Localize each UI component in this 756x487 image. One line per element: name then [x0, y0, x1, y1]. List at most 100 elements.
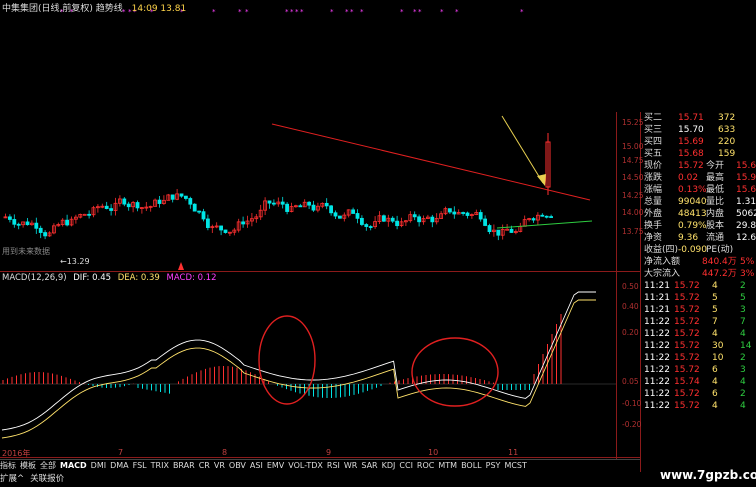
trend-line-resistance[interactable] [271, 123, 591, 201]
candle [109, 204, 113, 216]
tick-count: 4 [740, 377, 746, 387]
candle [65, 214, 69, 227]
watermark: www.7gpzb.com [660, 468, 756, 482]
tick-time: 11:22 [644, 341, 670, 351]
indicator-tab-fsl[interactable]: FSL [133, 461, 147, 470]
stat-label: 涨跌 [644, 173, 663, 183]
signal-marker: * [350, 8, 354, 16]
flow-label: 净流入额 [644, 257, 681, 267]
tick-price: 15.72 [674, 389, 700, 399]
stat-row: 净资 9.36 流通 12.6亿 [640, 232, 756, 244]
candle [421, 215, 426, 225]
candle [52, 223, 56, 235]
indicator-tab-boll[interactable]: BOLL [461, 461, 482, 470]
tick-price: 15.72 [674, 293, 700, 303]
candle [241, 216, 246, 228]
bottom-tab[interactable]: 关联报价 [30, 474, 64, 484]
candle [219, 225, 224, 236]
indicator-tab-roc[interactable]: ROC [417, 461, 434, 470]
indicator-tab-vr[interactable]: VR [214, 461, 225, 470]
indicator-tab-全部[interactable]: 全部 [40, 461, 56, 470]
candle [47, 231, 52, 237]
tick-volume: 4 [712, 329, 718, 339]
indicator-tab-rsi[interactable]: RSI [327, 461, 340, 470]
candle [69, 216, 74, 227]
indicator-tab-dma[interactable]: DMA [110, 461, 129, 470]
tick-row: 11:22 15.72 6 2 [640, 388, 756, 400]
indicator-tab-macd[interactable]: MACD [60, 461, 87, 470]
signal-marker: * [440, 8, 444, 16]
candle [351, 207, 356, 214]
flow-pct: 5% [740, 257, 755, 267]
tick-count: 3 [740, 365, 746, 375]
indicator-tab-sar[interactable]: SAR [361, 461, 377, 470]
candle [324, 198, 329, 210]
stat-label: PE(动) [706, 245, 734, 255]
tick-price: 15.72 [674, 401, 700, 411]
highlight-circle [258, 315, 316, 405]
stat-row: 总量 99040 量比 1.31 [640, 196, 756, 208]
candle [254, 213, 259, 223]
candle [285, 202, 290, 215]
indicator-tab-emv[interactable]: EMV [267, 461, 284, 470]
candle [87, 210, 91, 219]
indicator-tab-obv[interactable]: OBV [229, 461, 246, 470]
tick-time: 11:22 [644, 365, 670, 375]
tick-time: 11:21 [644, 281, 670, 291]
ask-label: 买三 [644, 125, 663, 135]
candle [139, 207, 144, 214]
candle [245, 215, 250, 228]
indicator-tab-dmi[interactable]: DMI [91, 461, 106, 470]
indicator-tab-mcst[interactable]: MCST [504, 461, 526, 470]
indicator-tab-brar[interactable]: BRAR [173, 461, 195, 470]
indicator-tab-trix[interactable]: TRIX [151, 461, 169, 470]
stat-label: 净资 [644, 233, 663, 243]
indicator-tab-asi[interactable]: ASI [250, 461, 263, 470]
indicator-tab-kdj[interactable]: KDJ [382, 461, 396, 470]
candle [293, 204, 298, 208]
stat-row: 涨幅 0.13%最低 15.65 [640, 184, 756, 196]
candle [263, 197, 268, 216]
candle [166, 193, 171, 201]
stat-row: 外盘 48413内盘 50627 [640, 208, 756, 220]
candle [34, 217, 39, 234]
signal-marker: * [520, 8, 524, 16]
bottom-tab[interactable]: 扩展^ [0, 474, 24, 484]
indicator-tab-模板[interactable]: 模板 [20, 461, 36, 470]
tick-count: 2 [740, 281, 746, 291]
indicator-tab-psy[interactable]: PSY [486, 461, 501, 470]
tick-time: 11:22 [644, 389, 670, 399]
indicator-tab-wr[interactable]: WR [344, 461, 357, 470]
candle [267, 200, 272, 209]
indicator-tab-mtm[interactable]: MTM [438, 461, 457, 470]
date-axis-label: 2016年 [2, 449, 31, 458]
tick-volume: 30 [712, 341, 724, 351]
stat-label: 收益(四) [644, 245, 679, 255]
indicator-tab-cr[interactable]: CR [199, 461, 210, 470]
candle [276, 197, 281, 207]
candlestick-series [3, 133, 553, 241]
chart-title: 中集集团(日线,前复权) 趋势线 14:09 13.81 [2, 1, 186, 14]
candle [527, 217, 531, 222]
candle [91, 205, 96, 218]
candle [359, 215, 364, 227]
candle [175, 188, 180, 201]
signal-marker: * [212, 8, 216, 16]
indicator-tab-指标[interactable]: 指标 [0, 461, 16, 470]
tick-row: 11:22 15.74 4 4 [640, 376, 756, 388]
tick-row: 11:21 15.72 5 5 [640, 292, 756, 304]
candle [179, 193, 184, 198]
indicator-tab-cci[interactable]: CCI [399, 461, 413, 470]
tick-row: 11:21 15.72 5 3 [640, 304, 756, 316]
trend-line-support[interactable] [496, 220, 593, 229]
macd-axis-label: 0.50 [622, 282, 639, 291]
indicator-tab-vol-tdx[interactable]: VOL-TDX [288, 461, 323, 470]
candle [377, 211, 382, 224]
candle [223, 229, 228, 234]
stat-value: 15.65 [736, 161, 756, 171]
candle [29, 220, 34, 226]
arrow-head-icon [537, 174, 546, 186]
ask-label: 买四 [644, 137, 663, 147]
tick-count: 14 [740, 341, 752, 351]
stat-value: 0.13% [678, 185, 707, 195]
